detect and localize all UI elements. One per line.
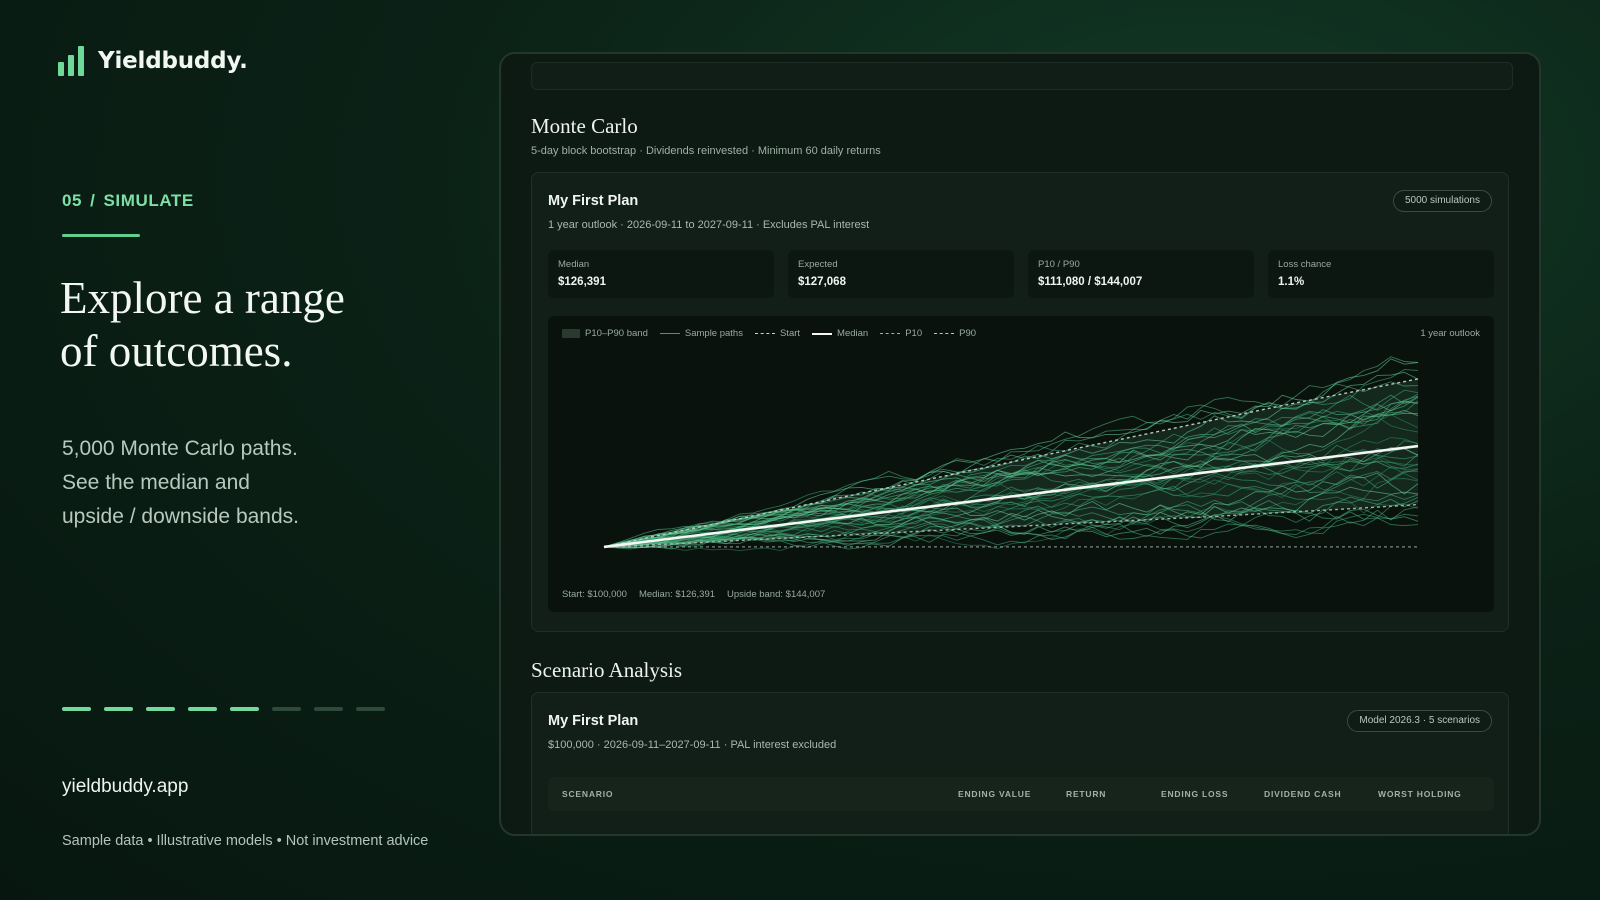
step-underline <box>62 234 140 237</box>
bar-chart-logo-icon <box>58 46 84 76</box>
progress-dot <box>314 707 343 711</box>
step-separator: / <box>90 191 96 210</box>
app-preview-frame: Monte Carlo 5-day block bootstrap · Divi… <box>499 52 1541 836</box>
simulations-badge: 5000 simulations <box>1392 190 1492 212</box>
plan-subtitle: 1 year outlook · 2026-09-11 to 2027-09-1… <box>548 219 870 231</box>
headline: Explore a range of outcomes. <box>60 272 480 378</box>
legend-p10-label: P10 <box>905 328 923 339</box>
chart-footer: Start: $100,000 Median: $126,391 Upside … <box>562 589 825 600</box>
column-header-ending-value[interactable]: ENDING VALUE <box>958 789 1031 799</box>
brand[interactable]: Yieldbuddy. <box>58 46 248 76</box>
step-indicator: 05 / SIMULATE <box>62 191 194 211</box>
model-badge: Model 2026.3 · 5 scenarios <box>1347 710 1492 732</box>
disclaimer: Sample data • Illustrative models • Not … <box>62 833 429 849</box>
metric-loss-chance: Loss chance 1.1% <box>1268 250 1494 298</box>
column-header-dividend-cash[interactable]: DIVIDEND CASH <box>1264 789 1341 799</box>
monte-carlo-title: Monte Carlo <box>531 114 638 138</box>
step-label: SIMULATE <box>103 191 194 210</box>
brand-name: Yieldbuddy. <box>98 48 248 74</box>
subcopy: 5,000 Monte Carlo paths. See the median … <box>62 432 402 534</box>
legend-start-label: Start <box>779 328 801 339</box>
legend-median-label: Median <box>837 328 869 339</box>
progress-dot <box>104 707 133 711</box>
progress-dot <box>356 707 385 711</box>
column-header-return[interactable]: RETURN <box>1066 789 1106 799</box>
band-swatch <box>562 329 580 338</box>
subcopy-line-2: See the median and <box>62 471 250 494</box>
metric-value: $127,068 <box>798 276 846 288</box>
slide-progress-dots <box>62 707 385 711</box>
footer-median: Median: $126,391 <box>638 589 716 600</box>
progress-dot <box>230 707 259 711</box>
chart-legend: P10–P90 band Sample paths Start Median P… <box>562 328 976 339</box>
progress-dot <box>188 707 217 711</box>
legend-p90: P90 <box>934 328 976 339</box>
scenario-analysis-title: Scenario Analysis <box>531 658 683 682</box>
metric-median: Median $126,391 <box>548 250 774 298</box>
legend-p10: P10 <box>880 328 922 339</box>
site-link[interactable]: yieldbuddy.app <box>62 776 188 798</box>
metric-label: Median <box>558 259 590 270</box>
progress-dot <box>146 707 175 711</box>
metrics-row: Median $126,391 Expected $127,068 P10 / … <box>548 250 1494 298</box>
legend-band: P10–P90 band <box>562 328 648 339</box>
chart-horizon-label: 1 year outlook <box>1420 328 1480 339</box>
legend-start: Start <box>754 328 801 339</box>
column-header-scenario[interactable]: SCENARIO <box>562 789 613 799</box>
metric-value: 1.1% <box>1278 276 1305 288</box>
subcopy-line-3: upside / downside bands. <box>62 505 299 528</box>
footer-start: Start: $100,000 <box>562 589 627 600</box>
legend-paths-label: Sample paths <box>684 328 743 339</box>
p90-swatch <box>934 333 955 334</box>
progress-dot <box>272 707 301 711</box>
legend-median: Median <box>812 328 868 339</box>
plan-title: My First Plan <box>548 193 639 209</box>
start-swatch <box>754 333 775 334</box>
scenario-card: My First Plan $100,000 · 2026-09-11–2027… <box>531 692 1509 834</box>
step-number: 05 <box>62 191 83 210</box>
metric-label: Expected <box>798 259 838 270</box>
p10-swatch <box>880 333 901 334</box>
monte-carlo-card: My First Plan 1 year outlook · 2026-09-1… <box>531 172 1509 632</box>
scenario-plan-title: My First Plan <box>548 713 639 729</box>
metric-value: $126,391 <box>558 276 606 288</box>
metric-value: $111,080 / $144,007 <box>1038 276 1143 288</box>
subcopy-line-1: 5,000 Monte Carlo paths. <box>62 437 298 460</box>
metric-label: Loss chance <box>1278 259 1332 270</box>
headline-line-2: of outcomes. <box>60 326 293 376</box>
legend-p90-label: P90 <box>959 328 977 339</box>
top-strip <box>531 62 1513 90</box>
footer-upside: Upside band: $144,007 <box>727 589 826 600</box>
scenario-plan-subtitle: $100,000 · 2026-09-11–2027-09-11 · PAL i… <box>548 739 837 751</box>
paths-swatch <box>659 333 680 334</box>
monte-carlo-subtitle: 5-day block bootstrap · Dividends reinve… <box>531 145 881 157</box>
metric-label: P10 / P90 <box>1038 259 1080 270</box>
column-header-ending-loss[interactable]: ENDING LOSS <box>1161 789 1228 799</box>
metric-expected: Expected $127,068 <box>788 250 1014 298</box>
column-header-worst-holding[interactable]: WORST HOLDING <box>1378 789 1462 799</box>
progress-dot <box>62 707 91 711</box>
legend-paths: Sample paths <box>659 328 743 339</box>
chart-canvas <box>603 356 1419 552</box>
monte-carlo-chart: P10–P90 band Sample paths Start Median P… <box>548 316 1494 612</box>
median-swatch <box>812 332 833 335</box>
legend-band-label: P10–P90 band <box>585 328 648 339</box>
scenario-table-header: SCENARIO ENDING VALUE RETURN ENDING LOSS… <box>548 777 1494 811</box>
headline-line-1: Explore a range <box>60 273 345 323</box>
metric-p10-p90: P10 / P90 $111,080 / $144,007 <box>1028 250 1254 298</box>
